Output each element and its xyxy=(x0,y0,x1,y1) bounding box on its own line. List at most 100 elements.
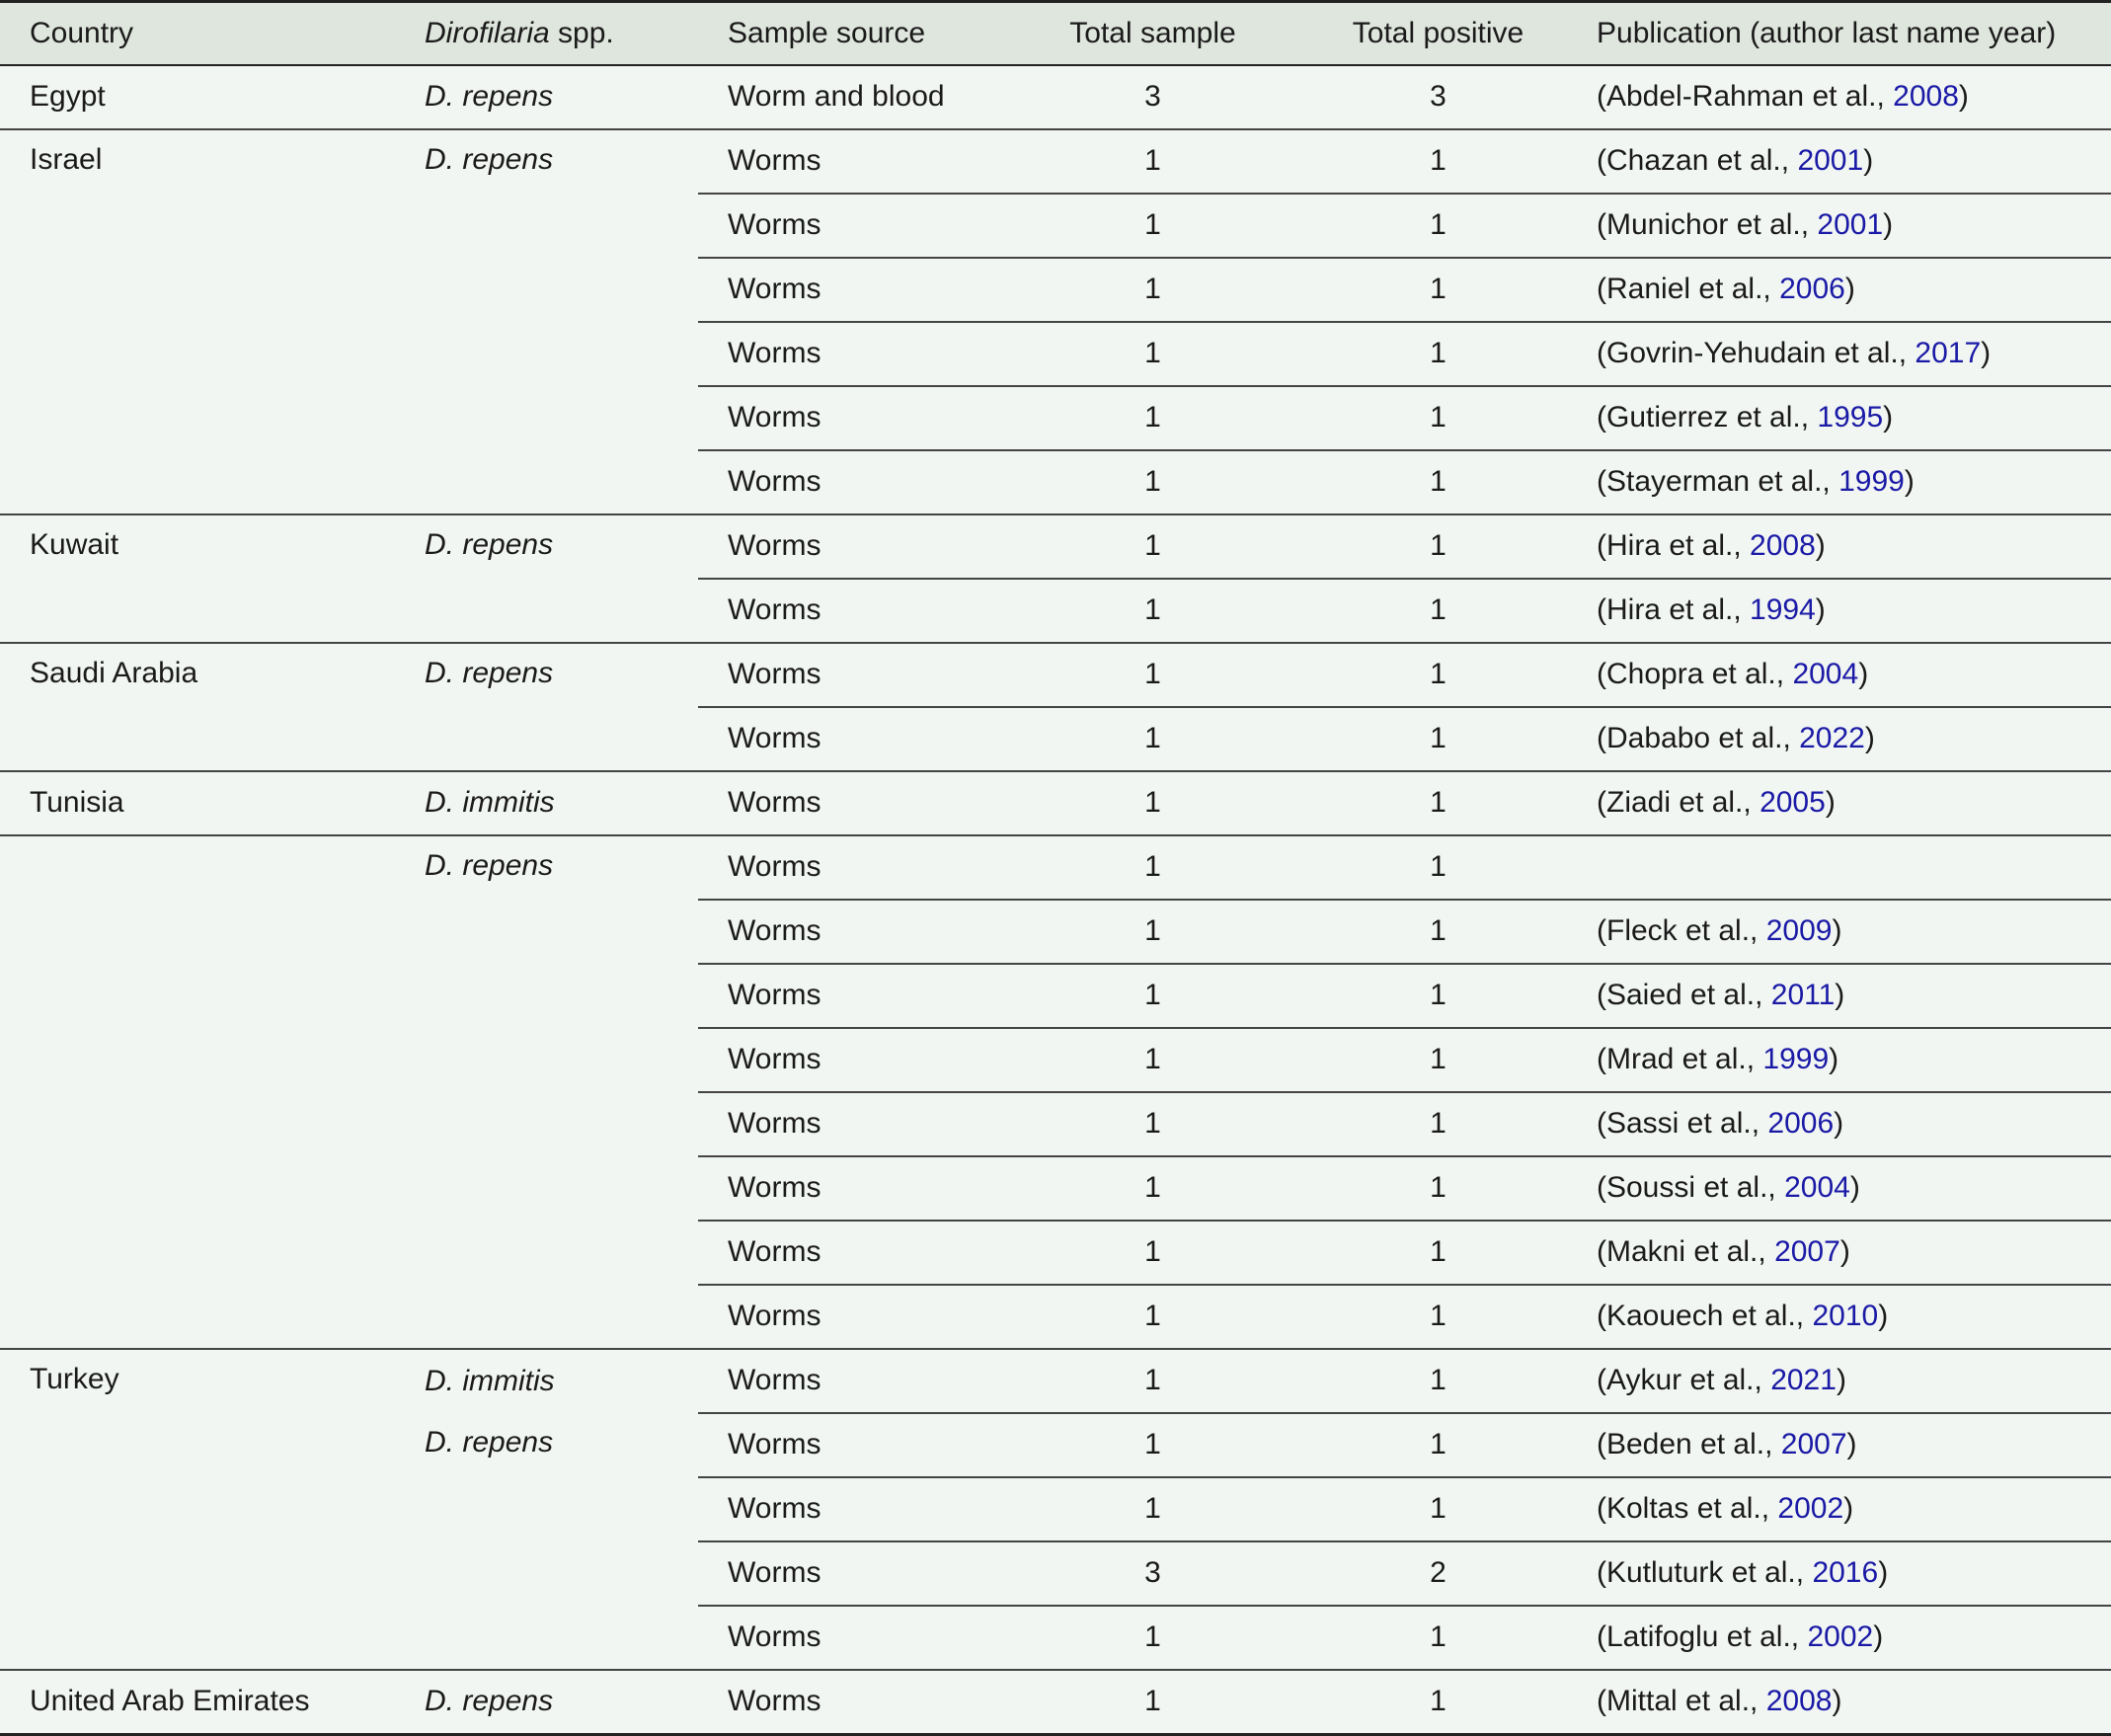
cell-publication: (Saied et al., 2011) xyxy=(1583,962,2111,1028)
cell-country: United Arab Emirates xyxy=(0,1668,395,1736)
publication-year-link[interactable]: 2021 xyxy=(1770,1364,1837,1396)
cell-total-positive: 1 xyxy=(1293,1283,1583,1349)
publication-year-link[interactable]: 2009 xyxy=(1766,914,1833,947)
publication-author: (Chopra et al., xyxy=(1597,658,1793,690)
publication-year-link[interactable]: 2010 xyxy=(1812,1300,1878,1332)
publication-close-paren: ) xyxy=(1981,337,1992,369)
cell-species: D. immitis xyxy=(395,1347,698,1413)
cell-total-sample: 1 xyxy=(1012,1090,1293,1156)
publication-close-paren: ) xyxy=(1835,979,1845,1011)
publication-author: (Fleck et al., xyxy=(1597,914,1766,947)
cell-publication: (Gutierrez et al., 1995) xyxy=(1583,384,2111,450)
cell-publication: (Koltas et al., 2002) xyxy=(1583,1475,2111,1541)
publication-year-link[interactable]: 1995 xyxy=(1817,401,1883,434)
header-species: Dirofilaria spp. xyxy=(395,0,698,66)
cell-total-positive: 1 xyxy=(1293,577,1583,643)
cell-total-sample: 1 xyxy=(1012,384,1293,450)
header-row: Country Dirofilaria spp. Sample source T… xyxy=(0,0,2111,66)
cell-sample-source: Worm and blood xyxy=(728,80,945,113)
cell-total-positive: 1 xyxy=(1293,962,1583,1028)
publication-close-paren: ) xyxy=(1878,1300,1889,1332)
publication-author: (Kaouech et al., xyxy=(1597,1300,1813,1332)
cell-sample-source: Worms xyxy=(698,1283,1012,1349)
cell-total-sample: 1 xyxy=(1012,1668,1293,1736)
publication-author: (Raniel et al., xyxy=(1597,273,1780,305)
publication-year-link[interactable]: 2004 xyxy=(1792,658,1858,690)
cell-publication: (Fleck et al., 2009) xyxy=(1583,898,2111,964)
cell-total-sample: 1 xyxy=(1012,256,1293,322)
cell-total-positive: 1 xyxy=(1293,1347,1583,1413)
publication-year-link[interactable]: 1999 xyxy=(1838,465,1905,498)
cell-total-positive: 2 xyxy=(1293,1539,1583,1606)
publication-close-paren: ) xyxy=(1883,401,1894,434)
publication-author: (Gutierrez et al., xyxy=(1597,401,1818,434)
cell-publication: (Stayerman et al., 1999) xyxy=(1583,448,2111,514)
publication-author: (Beden et al., xyxy=(1597,1428,1781,1460)
cell-total-sample: 1 xyxy=(1012,320,1293,386)
cell-total-sample: 3 xyxy=(1012,1539,1293,1606)
publication-author: (Hira et al., xyxy=(1597,529,1751,562)
publication-year-link[interactable]: 2011 xyxy=(1771,979,1836,1011)
publication-year-link[interactable]: 2008 xyxy=(1893,80,1959,113)
cell-total-positive: 1 xyxy=(1293,1411,1583,1477)
cell-species: D. repens xyxy=(395,127,698,514)
cell-total-positive: 1 xyxy=(1293,320,1583,386)
publication-close-paren: ) xyxy=(1844,273,1855,305)
dirofilaria-table-wrapper: Country Dirofilaria spp. Sample source T… xyxy=(0,0,2111,1736)
cell-total-sample: 1 xyxy=(1012,1475,1293,1541)
publication-author: (Chazan et al., xyxy=(1597,144,1798,177)
cell-sample-source: Worms xyxy=(698,705,1012,771)
publication-year-link[interactable]: 2008 xyxy=(1766,1685,1833,1717)
publication-year-link[interactable]: 2016 xyxy=(1812,1556,1878,1589)
cell-total-positive: 1 xyxy=(1293,1154,1583,1221)
cell-total-positive: 1 xyxy=(1293,513,1583,579)
publication-year-link[interactable]: 2002 xyxy=(1807,1620,1873,1653)
publication-close-paren: ) xyxy=(1829,1043,1839,1075)
cell-country: Israel xyxy=(0,127,395,514)
cell-publication: (Dababo et al., 2022) xyxy=(1583,705,2111,771)
publication-close-paren: ) xyxy=(1834,1107,1844,1140)
publication-year-link[interactable]: 2017 xyxy=(1915,337,1981,369)
publication-close-paren: ) xyxy=(1863,144,1874,177)
publication-year-link[interactable]: 2007 xyxy=(1774,1235,1840,1268)
cell-country: Saudi Arabia xyxy=(0,641,395,771)
publication-author: (Stayerman et al., xyxy=(1597,465,1839,498)
cell-total-sample: 1 xyxy=(1012,192,1293,258)
cell-total-sample: 1 xyxy=(1012,1347,1293,1413)
table-header: Country Dirofilaria spp. Sample source T… xyxy=(0,0,2111,66)
cell-total-sample: 1 xyxy=(1012,833,1293,900)
cell-publication: (Kutluturk et al., 2016) xyxy=(1583,1539,2111,1606)
cell-country: Turkey xyxy=(0,1347,395,1670)
header-sample-source: Sample source xyxy=(698,0,1012,66)
cell-total-positive: 1 xyxy=(1293,1219,1583,1285)
table-body: Egypt D. repens Worm and blood 3 3 (Abdel-Rah… xyxy=(0,65,2111,1736)
cell-publication: (Kaouech et al., 2010) xyxy=(1583,1283,2111,1349)
publication-year-link[interactable]: 2008 xyxy=(1750,529,1816,562)
publication-year-link[interactable]: 2005 xyxy=(1759,786,1826,819)
cell-sample-source: Worms xyxy=(698,898,1012,964)
cell-publication: (Mittal et al., 2008) xyxy=(1583,1668,2111,1736)
cell-publication: (Beden et al., 2007) xyxy=(1583,1411,2111,1477)
publication-year-link[interactable]: 2004 xyxy=(1784,1171,1850,1204)
cell-publication: (Chazan et al., 2001) xyxy=(1583,127,2111,194)
cell-total-positive: 1 xyxy=(1293,1090,1583,1156)
publication-year-link[interactable]: 2006 xyxy=(1767,1107,1834,1140)
publication-year-link[interactable]: 2006 xyxy=(1779,273,1845,305)
publication-year-link[interactable]: 1994 xyxy=(1750,593,1816,626)
publication-year-link[interactable]: 1999 xyxy=(1762,1043,1829,1075)
cell-total-sample: 1 xyxy=(1012,513,1293,579)
publication-year-link[interactable]: 2002 xyxy=(1777,1492,1843,1525)
publication-close-paren: ) xyxy=(1815,593,1826,626)
cell-total-sample: 1 xyxy=(1012,898,1293,964)
cell-total-positive: 1 xyxy=(1293,769,1583,835)
cell-sample-source: Worms xyxy=(698,1604,1012,1670)
publication-author: (Hira et al., xyxy=(1597,593,1751,626)
publication-year-link[interactable]: 2022 xyxy=(1799,722,1865,754)
header-publication: Publication (author last name year) xyxy=(1583,0,2111,66)
publication-year-link[interactable]: 2001 xyxy=(1797,144,1863,177)
publication-year-link[interactable]: 2001 xyxy=(1817,208,1883,241)
cell-total-sample: 1 xyxy=(1012,1283,1293,1349)
publication-close-paren: ) xyxy=(1858,658,1869,690)
publication-year-link[interactable]: 2007 xyxy=(1781,1428,1847,1460)
cell-species: D. repens xyxy=(425,80,554,113)
